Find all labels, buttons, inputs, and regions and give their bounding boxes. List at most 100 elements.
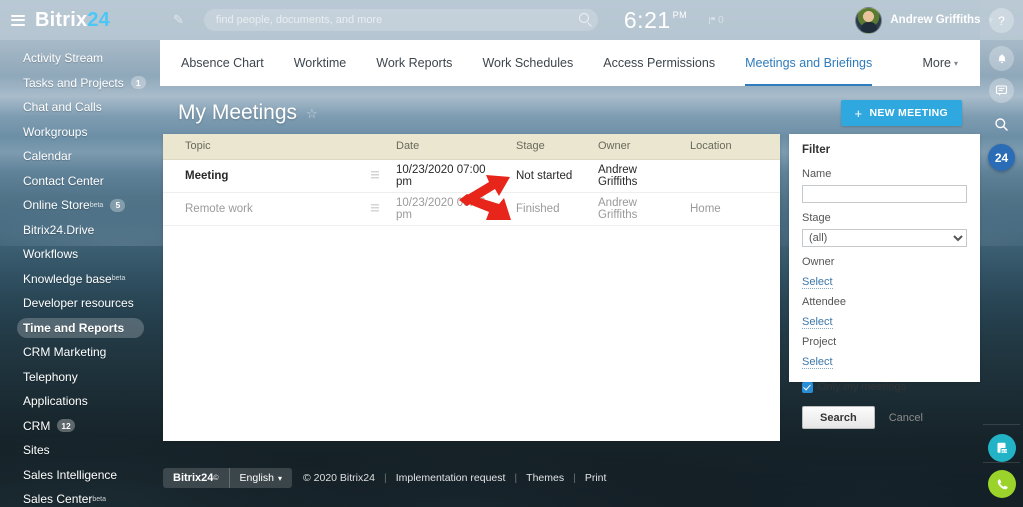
filter-stage-select[interactable]: (all) [802,229,967,247]
filter-name-label: Name [802,168,832,180]
cell-owner[interactable]: Andrew Griffiths [590,192,682,226]
tab-work-schedules[interactable]: Work Schedules [482,40,573,86]
tab-absence-chart[interactable]: Absence Chart [181,40,264,86]
sidebar-item-contact-center[interactable]: Contact Center [0,169,160,194]
sidebar-item-label: Tasks and Projects [23,75,124,90]
rail-divider [983,462,1020,463]
user-menu[interactable]: Andrew Griffiths ▾ [855,6,993,34]
footer-link-themes[interactable]: Themes [526,472,564,484]
clock-ampm: PM [672,9,688,20]
table-header: Topic Date Stage Owner Location [163,134,780,160]
filter-owner-select-link[interactable]: Select [802,276,833,289]
cell-owner[interactable]: Andrew Griffiths [590,159,682,193]
sidebar-item-crm[interactable]: CRM 12 [0,414,160,439]
sidebar-item-label: Applications [23,394,88,409]
notification-counter[interactable]: 0 [709,15,724,26]
sidebar-item-label: Workflows [23,247,79,262]
search-input[interactable] [203,14,598,26]
footer-link-implementation-request[interactable]: Implementation request [396,472,506,484]
hamburger-icon[interactable] [11,14,25,26]
sidebar-item-label: CRM Marketing [23,345,107,360]
document-scan-icon[interactable]: NEW [988,434,1016,462]
grip-icon [371,170,379,179]
tab-label: Work Schedules [482,56,574,70]
counter-value: 0 [718,14,724,26]
sidebar-item-sites[interactable]: Sites [0,438,160,463]
filter-project-select-link[interactable]: Select [802,356,833,369]
tab-label: Worktime [293,56,347,70]
filter-cancel-link[interactable]: Cancel [889,412,923,424]
cell-topic[interactable]: Remote work [163,192,363,226]
sidebar-item-applications[interactable]: Applications [0,389,160,414]
tab-more[interactable]: More ▾ [923,40,959,86]
sidebar-badge: 12 [57,419,75,433]
sidebar-item-telephony[interactable]: Telephony [0,365,160,390]
sidebar-item-label: Sales Center [23,492,93,507]
sidebar-item-crm-marketing[interactable]: CRM Marketing [0,340,160,365]
cell-stage: Not started [508,159,590,193]
table-row[interactable]: Meeting 10/23/2020 07:00 pm Not started … [163,159,780,193]
sidebar-item-sales-intelligence[interactable]: Sales Intelligence [0,463,160,488]
filter-search-button[interactable]: Search [802,406,875,429]
filter-attendee-select-link[interactable]: Select [802,316,833,329]
tab-label: Access Permissions [603,56,716,70]
sidebar-item-calendar[interactable]: Calendar [0,144,160,169]
search-glyph [995,118,1008,131]
badge-24-label: 24 [994,150,1009,165]
column-header-date[interactable]: Date [388,134,508,160]
cell-grip[interactable] [363,192,388,226]
sidebar-item-tasks-and-projects[interactable]: Tasks and Projects 1 [0,71,160,96]
global-search[interactable] [203,9,598,31]
sidebar-item-chat-and-calls[interactable]: Chat and Calls [0,95,160,120]
bell-icon[interactable] [989,46,1014,71]
bitrix24-badge[interactable]: 24 [988,144,1015,171]
footer-link-print[interactable]: Print [585,472,607,484]
table-row[interactable]: Remote work 10/23/2020 06:46 pm Finished… [163,192,780,226]
tab-work-reports[interactable]: Work Reports [376,40,452,86]
filter-name-input[interactable] [802,185,967,203]
sidebar-item-knowledge-base[interactable]: Knowledge base beta [0,267,160,292]
chat-bubble-icon[interactable] [989,78,1014,103]
cell-date: 10/23/2020 06:46 pm [388,192,508,226]
help-icon[interactable]: ? [989,8,1014,33]
tab-access-permissions[interactable]: Access Permissions [603,40,715,86]
column-header-stage[interactable]: Stage [508,134,590,160]
footer-brand[interactable]: Bitrix24 © [163,468,229,488]
column-header-icon [363,134,388,160]
column-header-location[interactable]: Location [682,134,780,160]
phone-icon[interactable] [988,470,1016,498]
sidebar-item-workflows[interactable]: Workflows [0,242,160,267]
filter-only-my-meetings-row[interactable]: Only my meetings [802,381,967,393]
search-icon[interactable] [989,112,1014,137]
sidebar-item-label: CRM [23,418,51,433]
new-meeting-button[interactable]: + NEW MEETING [840,100,962,126]
sidebar-item-bitrix24-drive[interactable]: Bitrix24.Drive [0,218,160,243]
sidebar-item-workgroups[interactable]: Workgroups [0,120,160,145]
bitrix24-logo[interactable]: Bitrix24 [35,9,110,32]
pencil-icon[interactable]: ✎ [173,12,184,28]
column-header-topic[interactable]: Topic [163,134,363,160]
page-title-row: My Meetings ☆ + NEW MEETING [160,92,980,134]
sidebar-item-online-store[interactable]: Online Store beta 5 [0,193,160,218]
footer-separator: | [573,472,576,484]
tab-meetings-and-briefings[interactable]: Meetings and Briefings [745,40,873,86]
flag-icon [709,16,716,24]
sidebar-item-developer-resources[interactable]: Developer resources [0,291,160,316]
avatar[interactable] [855,6,883,34]
footer-brand-label: Bitrix24 [173,472,214,484]
tab-worktime[interactable]: Worktime [294,40,347,86]
footer-language-selector[interactable]: English ▾ [228,468,292,488]
sidebar-item-time-and-reports[interactable]: Time and Reports [0,316,160,341]
footer-separator: | [383,472,387,484]
cell-grip[interactable] [363,159,388,193]
favorite-star-icon[interactable]: ☆ [306,106,318,122]
sidebar-item-activity-stream[interactable]: Activity Stream [0,46,160,71]
plus-icon: + [854,105,863,121]
column-header-owner[interactable]: Owner [590,134,682,160]
cell-topic[interactable]: Meeting [163,159,363,193]
only-my-meetings-checkbox[interactable] [802,381,813,393]
sidebar-item-label: Workgroups [23,124,88,139]
chevron-down-icon: ▾ [953,58,958,68]
sidebar-item-sales-center[interactable]: Sales Center beta [0,487,160,507]
tab-label: More [922,56,951,70]
